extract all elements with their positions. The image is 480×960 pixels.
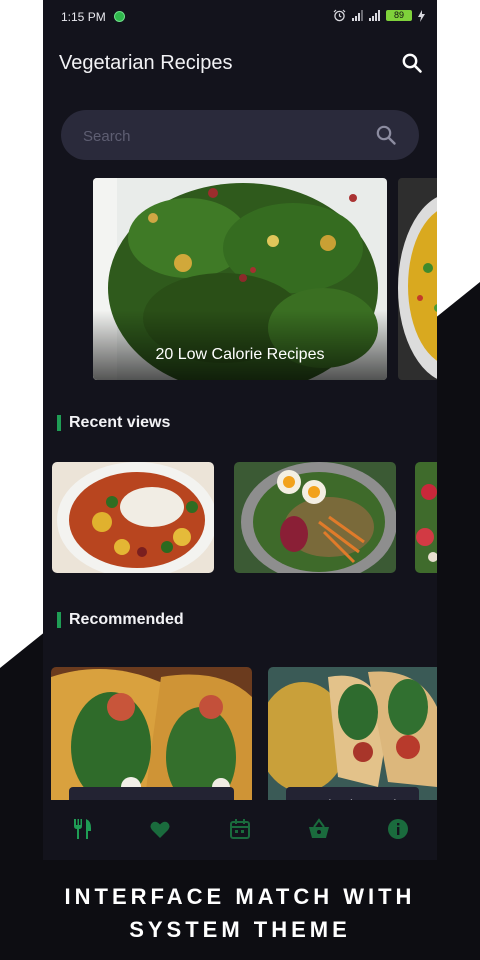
nav-item-recipes[interactable] xyxy=(62,810,102,850)
section-title-recent-views: Recent views xyxy=(57,414,170,432)
promo-headline-line2: SYSTEM THEME xyxy=(129,917,351,942)
nav-item-info[interactable] xyxy=(378,810,418,850)
heart-icon xyxy=(150,821,170,838)
featured-caption: 20 Low Calorie Recipes xyxy=(93,310,387,380)
section-title-recommended: Recommended xyxy=(57,611,184,629)
signal-icon xyxy=(352,10,363,21)
featured-title: 20 Low Calorie Recipes xyxy=(155,346,325,363)
info-icon xyxy=(388,819,408,839)
search-icon[interactable] xyxy=(375,124,397,146)
search-icon[interactable] xyxy=(401,52,423,74)
search-bar xyxy=(61,110,419,162)
nav-item-calendar[interactable] xyxy=(220,810,260,850)
status-icons: 89 xyxy=(333,9,425,22)
nav-item-shopping[interactable] xyxy=(299,810,339,850)
page-title: Vegetarian Recipes xyxy=(59,52,233,74)
recent-view-card[interactable] xyxy=(52,462,214,573)
nav-item-favorites[interactable] xyxy=(140,810,180,850)
rice-dish-image xyxy=(398,178,437,380)
status-time: 1:15 PM xyxy=(61,10,106,24)
fork-knife-icon xyxy=(74,819,91,839)
charging-icon xyxy=(418,9,425,22)
grain-bowl-image xyxy=(234,462,396,573)
phone-screen: 1:15 PM 89 Vegetarian Recipes Search 20 … xyxy=(43,0,437,860)
calendar-icon xyxy=(230,819,250,839)
search-input[interactable] xyxy=(81,110,355,162)
salad-image xyxy=(415,462,437,573)
promo-headline-line1: INTERFACE MATCH WITH xyxy=(64,884,416,909)
alarm-icon xyxy=(333,9,346,22)
signal-icon xyxy=(369,10,380,21)
bottom-nav xyxy=(43,800,437,860)
status-bar: 1:15 PM 89 xyxy=(43,0,437,34)
soup-image xyxy=(52,462,214,573)
recent-view-card[interactable] xyxy=(234,462,396,573)
battery-icon: 89 xyxy=(386,10,412,21)
recent-view-card[interactable] xyxy=(415,462,437,573)
featured-card[interactable] xyxy=(398,178,437,380)
featured-card[interactable]: 20 Low Calorie Recipes xyxy=(93,178,387,380)
notification-dot-icon xyxy=(114,11,125,22)
basket-icon xyxy=(309,818,329,838)
